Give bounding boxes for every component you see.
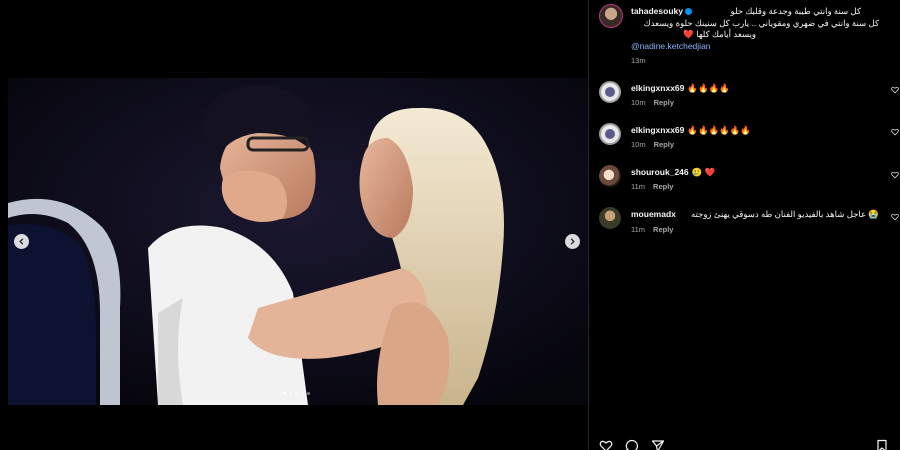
instagram-post-view: tahadesouky كل سنة وانتي طيبة وجدعة وقلب…	[0, 0, 900, 450]
commenter-avatar[interactable]	[599, 81, 621, 103]
caption-line-3-text: ويسعد أيامك كلها	[696, 29, 756, 39]
caption-timestamp: 13m	[631, 56, 646, 65]
carousel-dot	[289, 392, 292, 395]
comment-bubble-icon[interactable]	[625, 439, 639, 450]
commenter-username[interactable]: mouemadx	[631, 209, 676, 219]
author-username-text[interactable]: tahadesouky	[631, 6, 683, 16]
bookmark-save-icon[interactable]	[875, 439, 889, 450]
carousel-dot	[301, 392, 304, 395]
comment-item: mouemadx 😭 عاجل شاهد بالفيديو الفنان طه …	[589, 205, 900, 245]
carousel-next-button[interactable]	[565, 234, 580, 249]
carousel-dot	[307, 392, 310, 395]
caption-line-1: كل سنة وانتي طيبة وجدعة وقلبك حلو	[730, 6, 861, 16]
red-heart-emoji: ❤️	[683, 29, 694, 39]
heart-outline-icon[interactable]	[891, 128, 899, 136]
post-photo	[8, 78, 588, 405]
carousel-dot	[295, 392, 298, 395]
comment-body: shourouk_246 🥲 ❤️	[631, 167, 715, 178]
comment-item: elkingxnxx69 🔥🔥🔥🔥 10m Reply	[589, 78, 900, 118]
comment-time: 11m	[631, 225, 646, 234]
comment-text: 🔥🔥🔥🔥🔥🔥	[687, 125, 751, 135]
comment-meta: 10m Reply	[631, 98, 674, 107]
carousel-indicator	[283, 392, 310, 395]
post-media-area	[0, 0, 588, 450]
author-avatar[interactable]	[599, 4, 623, 28]
reply-button[interactable]: Reply	[654, 98, 674, 107]
comment-meta: 11m Reply	[631, 225, 673, 234]
like-heart-icon[interactable]	[599, 439, 613, 450]
comment-text: 🔥🔥🔥🔥	[687, 83, 730, 93]
comment-text: 😭 عاجل شاهد بالفيديو الفنان طه دسوقي يهن…	[690, 209, 879, 219]
comment-item: elkingxnxx69 🔥🔥🔥🔥🔥🔥 10m Reply	[589, 120, 900, 160]
comment-body: elkingxnxx69 🔥🔥🔥🔥	[631, 83, 730, 94]
share-send-icon[interactable]	[651, 439, 665, 450]
post-caption: tahadesouky كل سنة وانتي طيبة وجدعة وقلب…	[589, 0, 900, 70]
commenter-username[interactable]: elkingxnxx69	[631, 83, 684, 93]
verified-badge-icon	[684, 8, 692, 16]
commenter-avatar[interactable]	[599, 165, 621, 187]
author-username[interactable]: tahadesouky	[631, 6, 692, 16]
post-action-bar	[589, 436, 900, 450]
heart-outline-icon[interactable]	[891, 213, 899, 221]
caption-line-3: ويسعد أيامك كلها ❤️	[683, 29, 756, 40]
caption-line-2: كل سنة وانتي في ضهري ومقوياني .. يارب كل…	[643, 18, 879, 28]
comment-item: shourouk_246 🥲 ❤️ 11m Reply	[589, 163, 900, 203]
comment-meta: 11m Reply	[631, 182, 673, 191]
comment-time: 10m	[631, 140, 646, 149]
reply-button[interactable]: Reply	[653, 225, 673, 234]
heart-outline-icon[interactable]	[891, 171, 899, 179]
chevron-right-icon	[570, 238, 575, 245]
comment-time: 10m	[631, 98, 646, 107]
mention-link[interactable]: @nadine.ketchedjian	[631, 41, 711, 51]
comment-meta: 10m Reply	[631, 140, 674, 149]
commenter-avatar[interactable]	[599, 207, 621, 229]
carousel-prev-button[interactable]	[14, 234, 29, 249]
caption-mention: @nadine.ketchedjian	[631, 41, 711, 51]
comment-text: 🥲 ❤️	[691, 167, 716, 177]
reply-button[interactable]: Reply	[653, 182, 673, 191]
reply-button[interactable]: Reply	[654, 140, 674, 149]
commenter-username[interactable]: elkingxnxx69	[631, 125, 684, 135]
comments-panel: tahadesouky كل سنة وانتي طيبة وجدعة وقلب…	[588, 0, 900, 450]
carousel-dot	[283, 392, 286, 395]
commenter-avatar[interactable]	[599, 123, 621, 145]
comment-body: elkingxnxx69 🔥🔥🔥🔥🔥🔥	[631, 125, 751, 136]
heart-outline-icon[interactable]	[891, 86, 899, 94]
comment-time: 11m	[631, 182, 646, 191]
chevron-left-icon	[19, 238, 24, 245]
commenter-username[interactable]: shourouk_246	[631, 167, 689, 177]
